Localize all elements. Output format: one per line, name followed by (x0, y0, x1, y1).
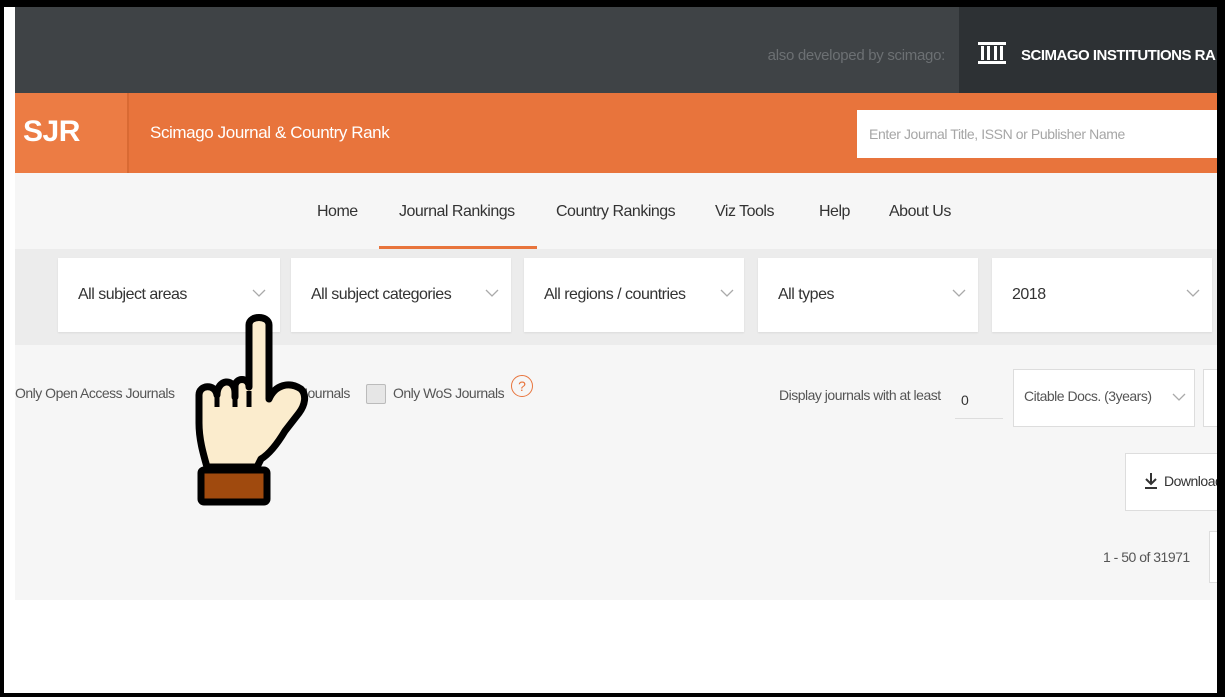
citable-docs-dropdown[interactable]: Citable Docs. (3years) (1013, 369, 1195, 427)
site-title: Scimago Journal & Country Rank (150, 123, 390, 142)
nav-country-rankings[interactable]: Country Rankings (556, 203, 676, 221)
chevron-down-icon (485, 289, 499, 297)
year-dropdown[interactable]: 2018 (992, 258, 1212, 332)
chevron-down-icon (952, 289, 966, 297)
screenshot-frame: also developed by scimago: SCIMAGO INSTI… (0, 0, 1225, 697)
chevron-down-icon (720, 289, 734, 297)
nav-help[interactable]: Help (819, 203, 850, 221)
open-access-label[interactable]: Only Open Access Journals (15, 385, 175, 401)
wos-journals-label[interactable]: Only WoS Journals (393, 385, 505, 401)
download-button[interactable]: Download (1125, 453, 1221, 511)
chevron-down-icon (1186, 289, 1200, 297)
order-dropdown[interactable] (1203, 369, 1217, 427)
institution-columns-icon (978, 42, 1006, 64)
scimago-institutions-label: SCIMAGO INSTITUTIONS RA (1021, 47, 1216, 64)
main-nav: Home Journal Rankings Country Rankings V… (15, 173, 1217, 249)
browser-viewport: also developed by scimago: SCIMAGO INSTI… (15, 7, 1221, 693)
subject-categories-value: All subject categories (311, 286, 452, 303)
subject-categories-dropdown[interactable]: All subject categories (291, 258, 511, 332)
help-icon[interactable]: ? (511, 375, 533, 397)
site-header: SJR Scimago Journal & Country Rank (15, 93, 1217, 173)
subject-areas-value: All subject areas (78, 286, 187, 303)
chevron-down-icon (252, 289, 266, 297)
pagination-info: 1 - 50 of 31971 (1103, 549, 1190, 565)
year-value: 2018 (1012, 286, 1046, 303)
download-icon (1145, 473, 1157, 489)
journal-search-input[interactable] (857, 110, 1217, 158)
min-docs-input[interactable]: 0 (955, 371, 1003, 419)
nav-viz-tools[interactable]: Viz Tools (715, 203, 774, 221)
nav-home[interactable]: Home (317, 203, 358, 221)
nav-journal-rankings[interactable]: Journal Rankings (399, 203, 515, 221)
citable-docs-value: Citable Docs. (3years) (1024, 388, 1152, 404)
download-label: Download (1164, 473, 1221, 489)
nav-about-us[interactable]: About Us (889, 203, 951, 221)
chevron-down-icon (1172, 393, 1186, 401)
pointing-hand-cursor-icon (195, 314, 309, 506)
sjr-logo: SJR (23, 115, 80, 148)
scimago-institutions-link[interactable]: SCIMAGO INSTITUTIONS RA (959, 7, 1217, 93)
wos-journals-checkbox[interactable] (366, 384, 386, 404)
types-value: All types (778, 286, 834, 303)
logo-link[interactable]: SJR (15, 93, 129, 173)
regions-dropdown[interactable]: All regions / countries (524, 258, 744, 332)
top-bar: also developed by scimago: SCIMAGO INSTI… (15, 7, 1217, 93)
previous-page-button[interactable] (1209, 531, 1217, 583)
types-dropdown[interactable]: All types (758, 258, 978, 332)
regions-value: All regions / countries (544, 286, 686, 303)
display-at-least-label: Display journals with at least (779, 387, 941, 403)
also-developed-text: also developed by scimago: (767, 47, 946, 64)
